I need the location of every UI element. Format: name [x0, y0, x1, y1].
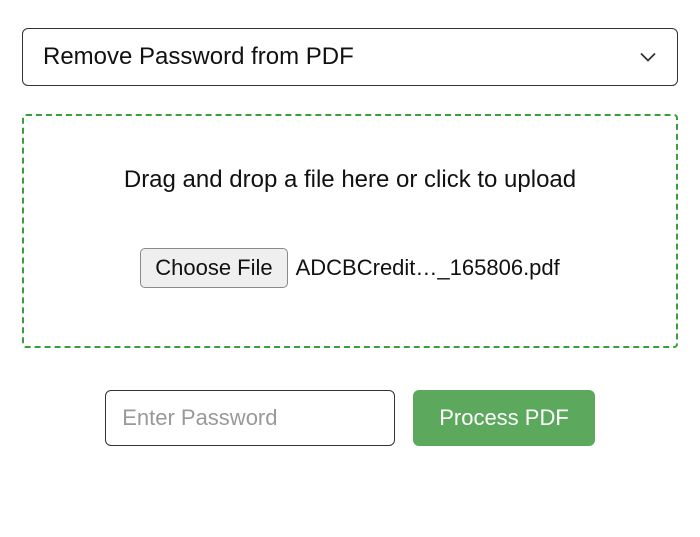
chevron-down-icon: [639, 48, 657, 66]
dropzone-instruction: Drag and drop a file here or click to up…: [44, 166, 656, 194]
file-dropzone[interactable]: Drag and drop a file here or click to up…: [22, 114, 678, 348]
operation-select[interactable]: Remove Password from PDF: [22, 28, 678, 86]
password-input[interactable]: [105, 390, 395, 446]
operation-select-value: Remove Password from PDF: [43, 43, 354, 71]
process-pdf-button[interactable]: Process PDF: [413, 390, 595, 446]
choose-file-button[interactable]: Choose File: [140, 248, 287, 288]
selected-file-name: ADCBCredit…_165806.pdf: [296, 255, 560, 281]
